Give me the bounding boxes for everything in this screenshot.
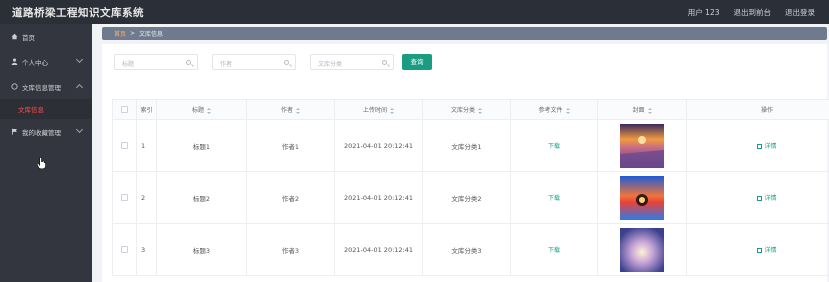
detail-button[interactable]: 详情 [757, 247, 777, 254]
sort-icon [390, 107, 394, 114]
detail-icon [757, 144, 763, 149]
cell-cover [597, 119, 687, 172]
breadcrumb-separator: > [130, 30, 136, 37]
user-icon [9, 58, 19, 65]
sidebar-item-profile[interactable]: 个人中心 [0, 49, 92, 74]
sort-icon [565, 107, 570, 114]
table-row: 1 标题1 作者1 2021-04-01 20:12:41 文库分类1 下载 详… [112, 119, 829, 172]
sidebar: 首页 个人中心 文库信息管理 文库信息 我的收藏管理 [0, 24, 92, 282]
cell-file: 下载 [510, 119, 598, 172]
chevron-up-icon [75, 83, 84, 92]
library-table: 索引 标题 作者 上传时间 文库分类 参考文件 封面 操作 1 标题1 作者1 … [112, 99, 829, 276]
title-search-input[interactable]: 标题 [114, 54, 198, 70]
cell-author: 作者2 [246, 171, 335, 224]
breadcrumb: 首页 > 文库信息 [102, 27, 827, 40]
home-icon [9, 33, 19, 40]
table-header-row: 索引 标题 作者 上传时间 文库分类 参考文件 封面 操作 [112, 99, 829, 120]
hand-cursor-icon [37, 157, 46, 169]
main-content: 首页 > 文库信息 标题 作者 文库分类 查询 索引 标题 作者 上传时间 文库… [92, 24, 829, 282]
cover-image [620, 123, 664, 168]
row-checkbox[interactable] [112, 223, 137, 276]
cell-index: 1 [136, 119, 157, 172]
cell-cover [597, 171, 687, 224]
header-links: 用户 123 退出到前台 退出登录 [688, 7, 815, 18]
detail-button[interactable]: 详情 [757, 143, 777, 150]
category-search-input[interactable]: 文库分类 [310, 54, 394, 70]
sidebar-item-library[interactable]: 文库信息管理 [0, 74, 92, 99]
circle-icon [9, 83, 19, 90]
column-header-index: 索引 [136, 99, 157, 120]
sort-icon [296, 107, 300, 114]
search-icon [382, 60, 387, 65]
front-link[interactable]: 退出到前台 [734, 7, 772, 18]
detail-icon [757, 248, 763, 253]
search-icon [186, 60, 191, 65]
query-button[interactable]: 查询 [402, 54, 432, 70]
row-checkbox[interactable] [112, 119, 137, 172]
cell-time: 2021-04-01 20:12:41 [334, 171, 423, 224]
column-header-cover[interactable]: 封面 [597, 99, 687, 120]
search-icon [284, 60, 289, 65]
sort-icon [478, 107, 482, 114]
author-search-input[interactable]: 作者 [212, 54, 296, 70]
cover-image [620, 227, 664, 272]
cell-index: 2 [136, 171, 157, 224]
cell-title: 标题1 [156, 119, 247, 172]
logout-link[interactable]: 退出登录 [785, 7, 815, 18]
cell-file: 下载 [510, 223, 598, 276]
row-checkbox[interactable] [112, 171, 137, 224]
sidebar-item-label: 首页 [22, 33, 35, 42]
detail-button[interactable]: 详情 [757, 195, 777, 202]
cell-category: 文库分类2 [422, 171, 511, 224]
cell-time: 2021-04-01 20:12:41 [334, 119, 423, 172]
cell-action: 详情 [686, 171, 829, 224]
cell-title: 标题3 [156, 223, 247, 276]
content-panel: 标题 作者 文库分类 查询 索引 标题 作者 上传时间 文库分类 参考文件 封面… [102, 44, 829, 282]
cover-image [620, 175, 664, 220]
cell-file: 下载 [510, 171, 598, 224]
chevron-down-icon [75, 55, 84, 64]
column-header-time[interactable]: 上传时间 [334, 99, 423, 120]
user-link[interactable]: 用户 123 [688, 7, 720, 18]
sort-icon [207, 107, 211, 114]
table-row: 2 标题2 作者2 2021-04-01 20:12:41 文库分类2 下载 详… [112, 171, 829, 224]
download-link[interactable]: 下载 [548, 247, 560, 254]
sort-icon [647, 107, 652, 114]
sidebar-subitem-library-info[interactable]: 文库信息 [0, 99, 92, 119]
detail-icon [757, 196, 763, 201]
chevron-down-icon [75, 125, 84, 134]
sidebar-item-favorites[interactable]: 我的收藏管理 [0, 119, 92, 144]
breadcrumb-home[interactable]: 首页 [114, 29, 126, 38]
app-title: 道路桥梁工程知识文库系统 [12, 7, 144, 19]
cell-title: 标题2 [156, 171, 247, 224]
cell-author: 作者3 [246, 223, 335, 276]
cell-index: 3 [136, 223, 157, 276]
sidebar-item-label: 个人中心 [22, 58, 48, 67]
flag-icon [9, 128, 19, 135]
column-header-title[interactable]: 标题 [156, 99, 247, 120]
cell-category: 文库分类3 [422, 223, 511, 276]
sidebar-item-home[interactable]: 首页 [0, 24, 92, 49]
select-all-checkbox[interactable] [112, 99, 137, 120]
download-link[interactable]: 下载 [548, 143, 560, 150]
breadcrumb-current: 文库信息 [139, 31, 164, 38]
column-header-file[interactable]: 参考文件 [510, 99, 598, 120]
download-link[interactable]: 下载 [548, 195, 560, 202]
cell-action: 详情 [686, 119, 829, 172]
sidebar-item-label: 我的收藏管理 [22, 128, 61, 137]
column-header-action: 操作 [686, 99, 829, 120]
cell-category: 文库分类1 [422, 119, 511, 172]
top-bar: 道路桥梁工程知识文库系统 用户 123 退出到前台 退出登录 [0, 0, 829, 24]
sidebar-item-label: 文库信息管理 [22, 83, 61, 92]
search-bar: 标题 作者 文库分类 查询 [114, 54, 432, 70]
column-header-category[interactable]: 文库分类 [422, 99, 511, 120]
cell-author: 作者1 [246, 119, 335, 172]
cell-cover [597, 223, 687, 276]
csdn-watermark: CSDN @sheji 198 [716, 260, 821, 274]
cell-time: 2021-04-01 20:12:41 [334, 223, 423, 276]
column-header-author[interactable]: 作者 [246, 99, 335, 120]
